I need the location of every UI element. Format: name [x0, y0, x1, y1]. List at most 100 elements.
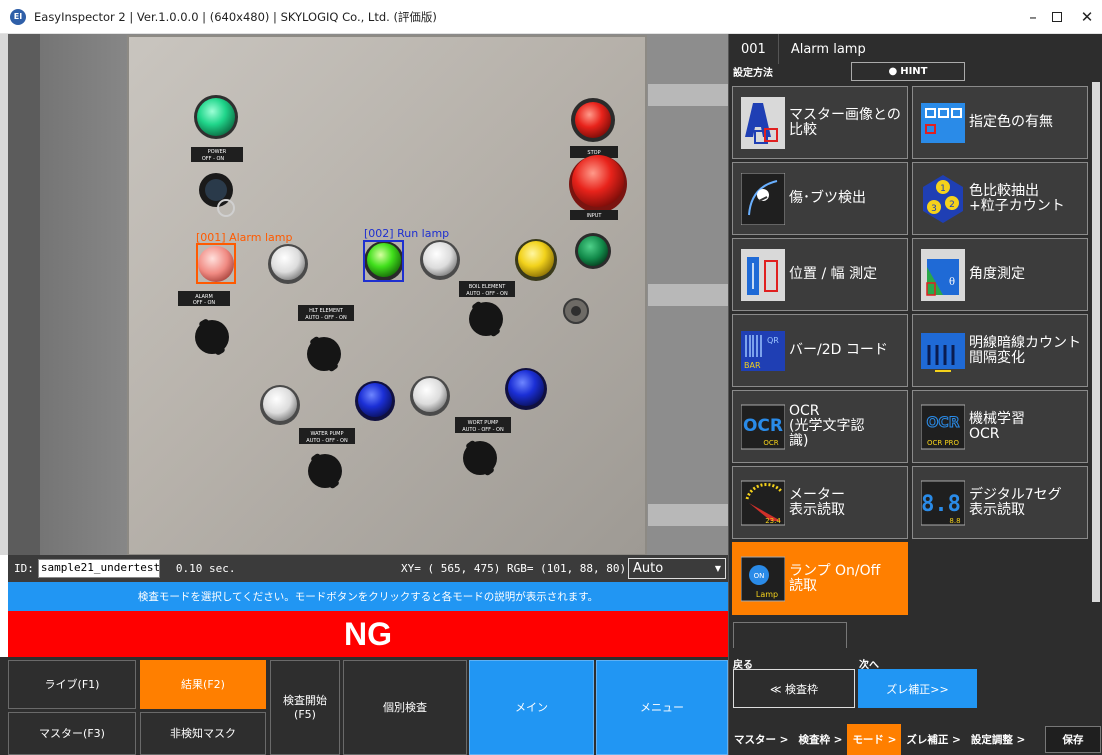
back-button[interactable]: ≪ 検査枠 — [733, 669, 855, 708]
maximize-icon — [1052, 12, 1062, 22]
svg-text:ON: ON — [754, 572, 765, 580]
live-button[interactable]: ライブ(F1) — [8, 660, 136, 709]
svg-text:θ: θ — [949, 277, 955, 288]
close-button[interactable]: ✕ — [1064, 0, 1102, 34]
mode-label: メーター 表示読取 — [789, 486, 845, 518]
mode-label: 角度測定 — [969, 266, 1025, 283]
barcode-icon: QR BAR — [741, 330, 785, 371]
ocr-icon: OCR OCR — [741, 404, 785, 449]
nondetect-mask-button[interactable]: 非検知マスク — [140, 712, 266, 755]
svg-text:OCR PRO: OCR PRO — [927, 439, 960, 447]
hlt-label: HLT ELEMENT — [309, 308, 344, 314]
water-pos-label: AUTO - OFF - ON — [306, 438, 348, 444]
hlt-pos-label: AUTO - OFF - ON — [305, 315, 347, 321]
mode-ocr[interactable]: OCR OCR OCR (光学文字認 識) — [732, 390, 908, 463]
app-logo-icon: EI — [10, 8, 26, 25]
hint-label: HINT — [900, 66, 928, 77]
crumb-roi[interactable]: 検査枠 > — [793, 724, 847, 755]
method-label: 設定方法 — [733, 68, 773, 79]
individual-check-button[interactable]: 個別検査 — [343, 660, 467, 755]
mode-label: 傷･ブツ検出 — [789, 190, 866, 207]
svg-text:Lamp: Lamp — [756, 590, 778, 599]
mode-label: バー/2D コード — [789, 342, 888, 359]
mode-label: 機械学習 OCR — [969, 410, 1025, 442]
scratch-detect-icon — [741, 172, 785, 225]
roi-name: Alarm lamp — [790, 41, 866, 57]
next-button[interactable]: ズレ補正>> — [858, 669, 977, 708]
input-label: INPUT — [587, 213, 603, 219]
mode-position-width[interactable]: 位置 / 幅 測定 — [732, 238, 908, 311]
mode-select-value: Auto — [633, 561, 664, 576]
mode-label: 明線暗線カウント 間隔変化 — [969, 334, 1081, 366]
settings-panel: 001 Alarm lamp 設定方法 ● HINT マスター画像との 比較 指… — [728, 34, 1102, 755]
meter-icon: 23.4 — [741, 480, 785, 525]
window-title: EasyInspector 2 | Ver.1.0.0.0 | (640x480… — [34, 9, 437, 24]
water-label: WATER PUMP — [311, 431, 344, 437]
mode-label: 指定色の有無 — [969, 114, 1053, 131]
mode-label: 位置 / 幅 測定 — [789, 266, 878, 283]
result-button[interactable]: 結果(F2) — [140, 660, 266, 709]
crumb-mode[interactable]: モード > — [847, 724, 902, 755]
svg-text:8.8: 8.8 — [949, 517, 960, 525]
color-particle-icon: 1 2 3 — [923, 174, 963, 223]
mode-color-presence[interactable]: 指定色の有無 — [912, 86, 1088, 159]
mode-lamp[interactable]: ON Lamp ランプ On/Off 読取 — [732, 542, 908, 615]
svg-text:QR: QR — [767, 336, 779, 345]
power-pos-label: OFF - ON — [202, 156, 225, 162]
menu-button[interactable]: メニュー — [596, 660, 728, 755]
image-id-field[interactable]: sample21_undertest.j — [37, 559, 160, 578]
panel-photo: POWER OFF - ON STOP INPUT [001] Alarm la… — [8, 34, 728, 555]
svg-text:BAR: BAR — [744, 361, 761, 370]
svg-text:OCR: OCR — [743, 416, 783, 436]
info-message: 検査モードを選択してください。モードボタンをクリックすると各モードの説明が表示さ… — [8, 582, 728, 611]
svg-text:2: 2 — [949, 200, 955, 210]
mode-label: デジタル7セグ 表示読取 — [969, 486, 1062, 518]
mode-ocr-pro[interactable]: OCR OCR PRO 機械学習 OCR — [912, 390, 1088, 463]
breadcrumb: マスター > 検査枠 > モード > ズレ補正 > 設定調整 > 保存 — [729, 724, 1102, 755]
roi-number: 001 — [741, 41, 766, 57]
line-count-icon — [921, 332, 965, 372]
master-button[interactable]: マスター(F3) — [8, 712, 136, 755]
mode-scratch-detect[interactable]: 傷･ブツ検出 — [732, 162, 908, 235]
camera-view[interactable]: POWER OFF - ON STOP INPUT [001] Alarm la… — [0, 34, 728, 555]
mode-label: 色比較抽出 +粒子カウント — [969, 182, 1065, 214]
mode-select[interactable]: Auto ▼ — [628, 558, 726, 579]
crumb-offset[interactable]: ズレ補正 > — [901, 724, 965, 755]
chevron-down-icon: ▼ — [714, 564, 721, 573]
hint-button[interactable]: ● HINT — [851, 62, 965, 81]
mode-line-count[interactable]: 明線暗線カウント 間隔変化 — [912, 314, 1088, 387]
boil-pos-label: AUTO - OFF - ON — [466, 291, 508, 297]
wort-label: WORT PUMP — [468, 420, 499, 426]
mode-scrollbar[interactable] — [1092, 82, 1100, 602]
svg-text:23.4: 23.4 — [765, 517, 781, 525]
start-check-button[interactable]: 検査開始 (F5) — [270, 660, 340, 755]
position-width-icon — [741, 248, 785, 301]
master-compare-icon — [741, 96, 785, 149]
bulb-icon: ● — [888, 66, 898, 77]
mode-meter[interactable]: 23.4 メーター 表示読取 — [732, 466, 908, 539]
panel-header: 001 Alarm lamp — [729, 34, 1102, 64]
mode-label: OCR (光学文字認 識) — [789, 403, 865, 449]
svg-text:1: 1 — [940, 184, 946, 194]
svg-text:3: 3 — [931, 204, 937, 214]
mode-master-compare[interactable]: マスター画像との 比較 — [732, 86, 908, 159]
boil-label: BOIL ELEMENT — [469, 284, 506, 290]
crumb-adjust[interactable]: 設定調整 > — [966, 724, 1030, 755]
lamp-icon: ON Lamp — [741, 556, 785, 601]
mode-angle[interactable]: θ 角度測定 — [912, 238, 1088, 311]
ocr-pro-icon: OCR OCR PRO — [921, 404, 965, 449]
main-button[interactable]: メイン — [469, 660, 594, 755]
roi-label-run: [002] Run lamp — [364, 227, 449, 240]
mode-seven-seg[interactable]: 8.8 8.8 デジタル7セグ 表示読取 — [912, 466, 1088, 539]
header-divider — [777, 34, 779, 64]
wort-pos-label: AUTO - OFF - ON — [462, 427, 504, 433]
crumb-master[interactable]: マスター > — [729, 724, 793, 755]
angle-measure-icon: θ — [921, 248, 965, 301]
svg-text:8.8: 8.8 — [921, 492, 961, 517]
svg-text:OCR: OCR — [763, 439, 778, 447]
save-button[interactable]: 保存 — [1045, 726, 1101, 753]
alarm-pos-label: OFF - ON — [193, 300, 216, 306]
mode-barcode[interactable]: QR BAR バー/2D コード — [732, 314, 908, 387]
status-bar: ID: sample21_undertest.j 0.10 sec. XY= (… — [8, 555, 728, 582]
mode-color-particle[interactable]: 1 2 3 色比較抽出 +粒子カウント — [912, 162, 1088, 235]
